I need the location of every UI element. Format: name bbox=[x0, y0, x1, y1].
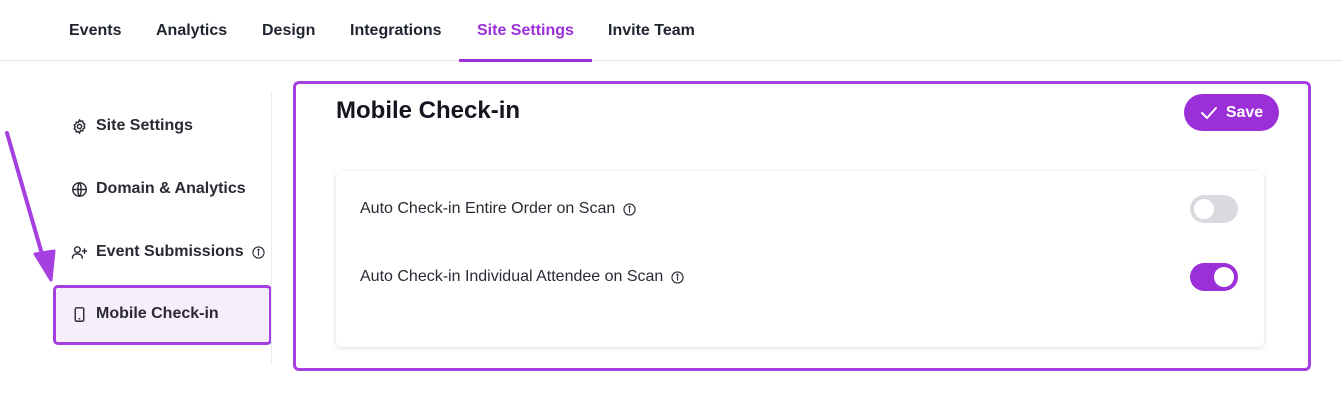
sidebar-item-label: Mobile Check-in bbox=[96, 305, 219, 322]
globe-icon bbox=[70, 180, 88, 198]
toggle-individual-attendee[interactable] bbox=[1190, 263, 1238, 291]
sidebar-divider bbox=[271, 92, 272, 364]
sidebar-item-site-settings[interactable]: Site Settings bbox=[70, 106, 193, 146]
setting-label: Auto Check-in Individual Attendee on Sca… bbox=[360, 268, 664, 285]
settings-card: Auto Check-in Entire Order on Scan Auto … bbox=[336, 171, 1264, 347]
info-icon[interactable] bbox=[671, 270, 684, 284]
tab-events[interactable]: Events bbox=[69, 0, 121, 61]
sidebar-item-label: Domain & Analytics bbox=[96, 180, 246, 197]
toggle-knob bbox=[1194, 199, 1214, 219]
sidebar-item-label: Site Settings bbox=[96, 117, 193, 134]
page-title: Mobile Check-in bbox=[336, 97, 521, 124]
tab-design[interactable]: Design bbox=[262, 0, 315, 61]
top-nav: Events Analytics Design Integrations Sit… bbox=[0, 0, 1342, 62]
save-button-label: Save bbox=[1225, 103, 1264, 121]
tab-site-settings-label: Site Settings bbox=[477, 22, 574, 39]
gear-icon bbox=[70, 117, 88, 135]
tab-analytics[interactable]: Analytics bbox=[156, 0, 227, 61]
sidebar-item-label: Event Submissions bbox=[96, 243, 244, 260]
sidebar-item-event-submissions[interactable]: Event Submissions bbox=[70, 232, 265, 272]
tab-site-settings[interactable]: Site Settings bbox=[459, 0, 592, 62]
setting-row-entire-order: Auto Check-in Entire Order on Scan bbox=[360, 200, 636, 218]
check-icon bbox=[1200, 106, 1218, 120]
active-tab-indicator bbox=[459, 59, 592, 62]
annotation-arrow bbox=[5, 131, 56, 282]
sidebar-item-mobile-check-in[interactable]: Mobile Check-in bbox=[70, 294, 219, 334]
info-icon[interactable] bbox=[251, 245, 265, 259]
setting-row-individual-attendee: Auto Check-in Individual Attendee on Sca… bbox=[360, 268, 684, 286]
sidebar-item-domain-analytics[interactable]: Domain & Analytics bbox=[70, 169, 246, 209]
setting-label: Auto Check-in Entire Order on Scan bbox=[360, 200, 616, 217]
toggle-knob bbox=[1214, 267, 1234, 287]
mobile-icon bbox=[70, 305, 88, 323]
info-icon[interactable] bbox=[623, 202, 636, 216]
tab-integrations[interactable]: Integrations bbox=[350, 0, 442, 61]
user-plus-icon bbox=[70, 243, 88, 261]
toggle-entire-order[interactable] bbox=[1190, 195, 1238, 223]
tab-invite-team[interactable]: Invite Team bbox=[608, 0, 695, 61]
save-button[interactable]: Save bbox=[1184, 94, 1279, 131]
